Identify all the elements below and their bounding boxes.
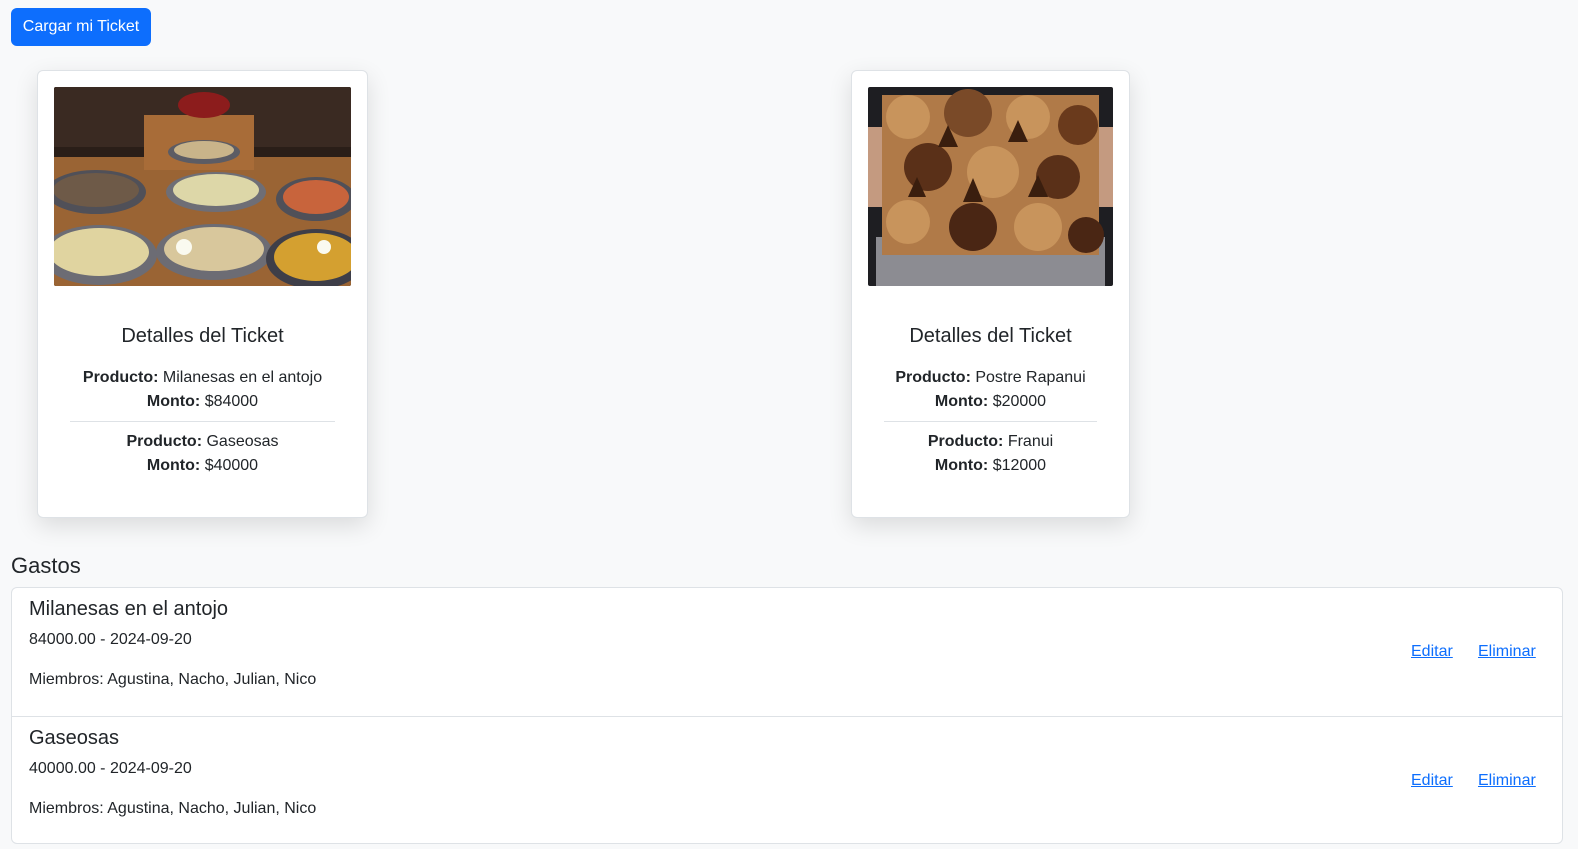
ticket-product-row: Producto: Gaseosas (126, 433, 279, 450)
divider (70, 421, 335, 422)
ticket-product-row: Producto: Milanesas en el antojo (82, 369, 323, 386)
ticket-title: Detalles del Ticket (121, 325, 284, 347)
ticket-product-row: Producto: Postre Rapanui (895, 369, 1086, 386)
ticket-product-row: Producto: Franui (927, 433, 1054, 450)
ticket-amount-row: Monto: $20000 (934, 393, 1047, 410)
ticket-title: Detalles del Ticket (909, 325, 1072, 347)
postre-photo (868, 87, 1113, 286)
gasto-amount-date: 84000.00 - 2024-09-20 (29, 631, 192, 648)
gasto-item: Gaseosas 40000.00 - 2024-09-20 Miembros:… (12, 716, 1562, 843)
gasto-name: Milanesas en el antojo (29, 598, 229, 620)
edit-link[interactable]: Editar (1411, 643, 1453, 661)
milanesas-photo (54, 87, 351, 286)
ticket-card: Detalles del Ticket Producto: Postre Rap… (851, 70, 1130, 518)
delete-link[interactable]: Eliminar (1478, 772, 1536, 790)
gasto-members: Miembros: Agustina, Nacho, Julian, Nico (29, 671, 317, 688)
gasto-members: Miembros: Agustina, Nacho, Julian, Nico (29, 800, 317, 817)
upload-ticket-button[interactable]: Cargar mi Ticket (11, 8, 151, 46)
ticket-amount-row: Monto: $40000 (146, 457, 259, 474)
gasto-item: Milanesas en el antojo 84000.00 - 2024-0… (12, 588, 1562, 716)
gastos-list: Milanesas en el antojo 84000.00 - 2024-0… (11, 587, 1563, 844)
ticket-card: Detalles del Ticket Producto: Milanesas … (37, 70, 368, 518)
gasto-amount-date: 40000.00 - 2024-09-20 (29, 760, 192, 777)
ticket-amount-row: Monto: $12000 (934, 457, 1047, 474)
gasto-name: Gaseosas (29, 727, 120, 749)
delete-link[interactable]: Eliminar (1478, 643, 1536, 661)
edit-link[interactable]: Editar (1411, 772, 1453, 790)
divider (884, 421, 1097, 422)
ticket-amount-row: Monto: $84000 (146, 393, 259, 410)
gastos-heading: Gastos (11, 553, 81, 578)
